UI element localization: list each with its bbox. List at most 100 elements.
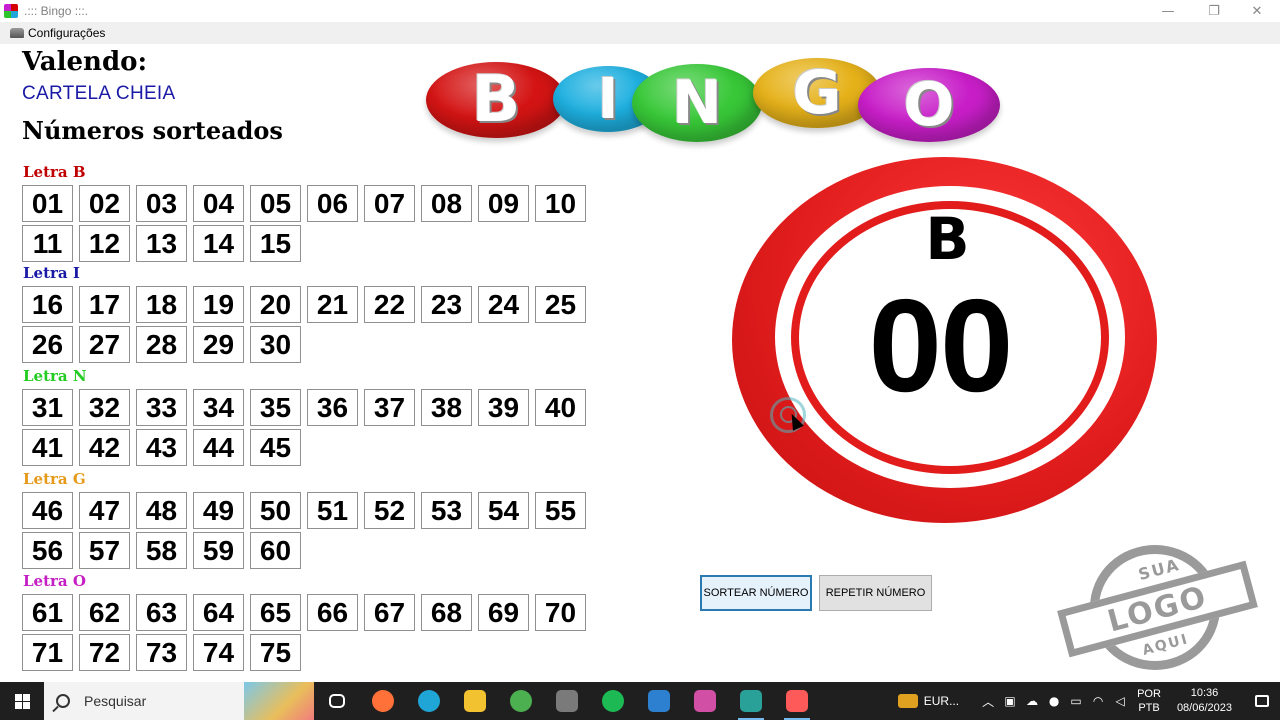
valendo-label: Valendo: (22, 47, 148, 77)
number-cell: 42 (79, 429, 130, 466)
taskbar-search[interactable]: Pesquisar (44, 682, 314, 720)
notifications-button[interactable] (1244, 682, 1280, 720)
microphone-icon[interactable]: ● (1043, 682, 1065, 720)
number-cell: 41 (22, 429, 73, 466)
firefox-icon[interactable] (360, 682, 406, 720)
battery-icon[interactable]: ▭ (1065, 682, 1087, 720)
number-cell: 46 (22, 492, 73, 529)
bingo-app-icon[interactable] (774, 682, 820, 720)
calculator-icon[interactable] (544, 682, 590, 720)
bingo-app-icon (4, 4, 18, 18)
menu-bar: Configurações (0, 22, 1280, 44)
number-cell: 24 (478, 286, 529, 323)
number-cell: 57 (79, 532, 130, 569)
number-cell: 66 (307, 594, 358, 631)
number-cell: 32 (79, 389, 130, 426)
number-cell: 11 (22, 225, 73, 262)
number-cell: 33 (136, 389, 187, 426)
number-cell: 38 (421, 389, 472, 426)
search-highlight-image (244, 682, 314, 720)
number-cell: 35 (250, 389, 301, 426)
clock[interactable]: 10:36 08/06/2023 (1177, 686, 1232, 716)
notification-icon (1255, 695, 1269, 707)
number-cell: 07 (364, 185, 415, 222)
ball-number: 00 (868, 272, 1014, 419)
edge-icon[interactable] (406, 682, 452, 720)
number-cell: 12 (79, 225, 130, 262)
task-view-icon[interactable] (314, 682, 360, 720)
number-cell: 67 (364, 594, 415, 631)
app-icon[interactable] (728, 682, 774, 720)
number-cell: 75 (250, 634, 301, 671)
clock-time: 10:36 (1190, 687, 1219, 699)
taskbar-apps (314, 682, 820, 720)
logo-letter-ball: B (426, 62, 566, 138)
minimize-button[interactable]: — (1145, 0, 1191, 22)
number-cell: 43 (136, 429, 187, 466)
start-button[interactable] (0, 682, 44, 720)
number-cell: 44 (193, 429, 244, 466)
number-cell: 48 (136, 492, 187, 529)
number-cell: 14 (193, 225, 244, 262)
cloud-icon[interactable]: ☁ (1021, 682, 1043, 720)
valendo-value: CARTELA CHEIA (22, 83, 176, 104)
task-view-icon-glyph (329, 694, 345, 708)
window-titlebar: .::: Bingo :::. — ❐ ✕ (0, 0, 1280, 22)
system-tray: EUR... ︿ ▣ ☁ ● ▭ ◠ ◁ POR PTB 10:36 08/06… (897, 682, 1280, 720)
number-cell: 60 (250, 532, 301, 569)
number-cell: 28 (136, 326, 187, 363)
number-cell: 01 (22, 185, 73, 222)
firefox-icon-glyph (372, 690, 394, 712)
window-title: .::: Bingo :::. (24, 4, 89, 18)
number-cell: 56 (22, 532, 73, 569)
file-explorer-icon-glyph (464, 690, 486, 712)
number-cell: 17 (79, 286, 130, 323)
chevron-up-icon[interactable]: ︿ (977, 682, 999, 720)
number-cell: 15 (250, 225, 301, 262)
number-cell: 61 (22, 594, 73, 631)
number-cell: 06 (307, 185, 358, 222)
repeat-number-button[interactable]: REPETIR NÚMERO (819, 575, 932, 611)
windows-icon (14, 693, 30, 709)
number-cell: 34 (193, 389, 244, 426)
number-cell: 50 (250, 492, 301, 529)
number-cell: 40 (535, 389, 586, 426)
letter-label: Letra N (23, 367, 87, 385)
draw-number-button[interactable]: SORTEAR NÚMERO (700, 575, 812, 611)
games-icon-glyph (694, 690, 716, 712)
number-cell: 51 (307, 492, 358, 529)
wifi-icon[interactable]: ◠ (1087, 682, 1109, 720)
volume-icon[interactable]: ◁ (1109, 682, 1131, 720)
number-cell: 65 (250, 594, 301, 631)
maximize-button[interactable]: ❐ (1191, 0, 1237, 22)
number-cell: 08 (421, 185, 472, 222)
ball-letter: B (925, 205, 970, 273)
number-cell: 49 (193, 492, 244, 529)
search-icon (56, 694, 70, 708)
taskbar: Pesquisar EUR... ︿ ▣ ☁ ● ▭ ◠ ◁ POR PTB 1… (0, 682, 1280, 720)
menu-item-configuracoes[interactable]: Configurações (0, 26, 105, 40)
language-indicator[interactable]: POR PTB (1137, 687, 1161, 715)
number-cell: 21 (307, 286, 358, 323)
number-cell: 23 (421, 286, 472, 323)
file-explorer-icon[interactable] (452, 682, 498, 720)
number-cell: 05 (250, 185, 301, 222)
settings-icon (10, 28, 24, 38)
chrome-icon[interactable] (498, 682, 544, 720)
tray-currency-text: EUR... (923, 694, 960, 708)
close-button[interactable]: ✕ (1234, 0, 1280, 22)
tray-currency-widget[interactable]: EUR... (897, 694, 960, 708)
games-icon[interactable] (682, 682, 728, 720)
language-top: POR (1137, 688, 1161, 700)
meet-icon[interactable]: ▣ (999, 682, 1021, 720)
language-bottom: PTB (1138, 702, 1160, 714)
letter-label: Letra B (23, 163, 86, 181)
number-cell: 16 (22, 286, 73, 323)
number-cell: 31 (22, 389, 73, 426)
photos-icon[interactable] (636, 682, 682, 720)
number-cell: 26 (22, 326, 73, 363)
number-cell: 36 (307, 389, 358, 426)
spotify-icon[interactable] (590, 682, 636, 720)
logo-placeholder-stamp: LOGO SUA AQUI (1057, 545, 1258, 670)
letter-label: Letra O (23, 572, 86, 590)
